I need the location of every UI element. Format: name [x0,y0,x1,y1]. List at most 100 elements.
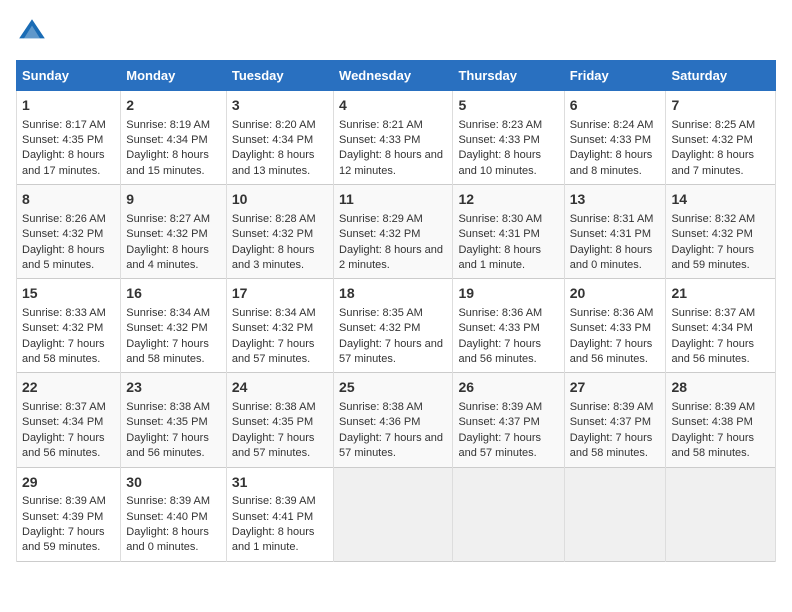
daylight-text: Daylight: 8 hours and 4 minutes. [126,244,209,271]
calendar-cell: 28Sunrise: 8:39 AMSunset: 4:38 PMDayligh… [666,373,776,467]
calendar-cell: 25Sunrise: 8:38 AMSunset: 4:36 PMDayligh… [334,373,453,467]
sunset-text: Sunset: 4:32 PM [22,322,103,334]
calendar-week-5: 29Sunrise: 8:39 AMSunset: 4:39 PMDayligh… [17,467,776,561]
calendar-cell: 18Sunrise: 8:35 AMSunset: 4:32 PMDayligh… [334,279,453,373]
daylight-text: Daylight: 7 hours and 58 minutes. [671,432,754,459]
day-number: 5 [458,96,558,116]
col-header-wednesday: Wednesday [334,61,453,91]
daylight-text: Daylight: 8 hours and 5 minutes. [22,244,105,271]
calendar-cell: 15Sunrise: 8:33 AMSunset: 4:32 PMDayligh… [17,279,121,373]
daylight-text: Daylight: 8 hours and 10 minutes. [458,149,541,176]
daylight-text: Daylight: 8 hours and 8 minutes. [570,149,653,176]
day-number: 1 [22,96,115,116]
sunrise-text: Sunrise: 8:39 AM [458,401,542,413]
sunset-text: Sunset: 4:34 PM [126,134,207,146]
sunrise-text: Sunrise: 8:21 AM [339,119,423,131]
daylight-text: Daylight: 7 hours and 58 minutes. [570,432,653,459]
calendar-cell: 16Sunrise: 8:34 AMSunset: 4:32 PMDayligh… [121,279,227,373]
sunrise-text: Sunrise: 8:36 AM [458,307,542,319]
daylight-text: Daylight: 8 hours and 0 minutes. [126,526,209,553]
daylight-text: Daylight: 8 hours and 2 minutes. [339,244,443,271]
calendar-cell: 17Sunrise: 8:34 AMSunset: 4:32 PMDayligh… [226,279,333,373]
daylight-text: Daylight: 7 hours and 58 minutes. [22,338,105,365]
sunset-text: Sunset: 4:33 PM [458,134,539,146]
daylight-text: Daylight: 8 hours and 17 minutes. [22,149,105,176]
col-header-thursday: Thursday [453,61,564,91]
calendar-cell: 31 Sunrise: 8:39 AM Sunset: 4:41 PM Dayligh… [226,467,333,561]
sunrise-text: Sunrise: 8:39 AM [232,495,316,507]
day-number: 13 [570,190,661,210]
day-number: 30 [126,473,221,493]
daylight-text: Daylight: 7 hours and 57 minutes. [339,432,443,459]
calendar-cell: 11Sunrise: 8:29 AMSunset: 4:32 PMDayligh… [334,185,453,279]
sunset-text: Sunset: 4:41 PM [232,511,313,523]
day-number: 15 [22,284,115,304]
day-number: 24 [232,378,328,398]
daylight-text: Daylight: 7 hours and 57 minutes. [458,432,541,459]
daylight-text: Daylight: 7 hours and 57 minutes. [232,338,315,365]
calendar-cell: 5 Sunrise: 8:23 AM Sunset: 4:33 PM Daylight… [453,91,564,185]
col-header-sunday: Sunday [17,61,121,91]
calendar-cell: 9Sunrise: 8:27 AMSunset: 4:32 PMDaylight… [121,185,227,279]
calendar-week-2: 8Sunrise: 8:26 AMSunset: 4:32 PMDaylight… [17,185,776,279]
day-number: 14 [671,190,770,210]
calendar-cell: 19 Sunrise: 8:36 AM Sunset: 4:33 PM Dayligh… [453,279,564,373]
sunrise-text: Sunrise: 8:24 AM [570,119,654,131]
day-number: 17 [232,284,328,304]
calendar-cell: 4Sunrise: 8:21 AMSunset: 4:33 PMDaylight… [334,91,453,185]
sunset-text: Sunset: 4:33 PM [458,322,539,334]
day-number: 6 [570,96,661,116]
calendar-cell: 26Sunrise: 8:39 AMSunset: 4:37 PMDayligh… [453,373,564,467]
day-number: 19 [458,284,558,304]
sunset-text: Sunset: 4:32 PM [232,322,313,334]
daylight-text: Daylight: 7 hours and 56 minutes. [458,338,541,365]
sunset-text: Sunset: 4:33 PM [339,134,420,146]
calendar-cell [564,467,666,561]
logo-icon [16,16,48,48]
calendar-cell: 20Sunrise: 8:36 AMSunset: 4:33 PMDayligh… [564,279,666,373]
day-number: 22 [22,378,115,398]
sunset-text: Sunset: 4:32 PM [671,228,752,240]
daylight-text: Daylight: 7 hours and 58 minutes. [126,338,209,365]
calendar-cell: 14Sunrise: 8:32 AMSunset: 4:32 PMDayligh… [666,185,776,279]
sunrise-text: Sunrise: 8:23 AM [458,119,542,131]
calendar-cell: 3Sunrise: 8:20 AMSunset: 4:34 PMDaylight… [226,91,333,185]
sunset-text: Sunset: 4:32 PM [339,228,420,240]
sunrise-text: Sunrise: 8:38 AM [232,401,316,413]
calendar-cell: 30Sunrise: 8:39 AMSunset: 4:40 PMDayligh… [121,467,227,561]
daylight-text: Daylight: 7 hours and 56 minutes. [671,338,754,365]
sunrise-text: Sunrise: 8:28 AM [232,213,316,225]
calendar-cell: 6 Sunrise: 8:24 AM Sunset: 4:33 PM Daylight… [564,91,666,185]
calendar-cell: 8Sunrise: 8:26 AMSunset: 4:32 PMDaylight… [17,185,121,279]
day-number: 8 [22,190,115,210]
calendar-cell: 7Sunrise: 8:25 AMSunset: 4:32 PMDaylight… [666,91,776,185]
sunset-text: Sunset: 4:34 PM [232,134,313,146]
sunset-text: Sunset: 4:35 PM [22,134,103,146]
page-header [16,16,776,48]
daylight-text: Daylight: 8 hours and 1 minute. [232,526,315,553]
day-number: 7 [671,96,770,116]
sunset-text: Sunset: 4:36 PM [339,416,420,428]
calendar-cell: 10Sunrise: 8:28 AMSunset: 4:32 PMDayligh… [226,185,333,279]
sunset-text: Sunset: 4:35 PM [232,416,313,428]
daylight-text: Daylight: 7 hours and 57 minutes. [339,338,443,365]
sunset-text: Sunset: 4:33 PM [570,134,651,146]
daylight-text: Daylight: 8 hours and 0 minutes. [570,244,653,271]
col-header-saturday: Saturday [666,61,776,91]
sunrise-text: Sunrise: 8:38 AM [339,401,423,413]
daylight-text: Daylight: 7 hours and 56 minutes. [126,432,209,459]
day-number: 12 [458,190,558,210]
calendar-week-3: 15Sunrise: 8:33 AMSunset: 4:32 PMDayligh… [17,279,776,373]
calendar-cell: 24Sunrise: 8:38 AMSunset: 4:35 PMDayligh… [226,373,333,467]
col-header-tuesday: Tuesday [226,61,333,91]
day-number: 21 [671,284,770,304]
sunrise-text: Sunrise: 8:34 AM [126,307,210,319]
logo [16,16,52,48]
sunset-text: Sunset: 4:32 PM [126,322,207,334]
daylight-text: Daylight: 7 hours and 59 minutes. [671,244,754,271]
sunset-text: Sunset: 4:38 PM [671,416,752,428]
day-number: 11 [339,190,447,210]
day-number: 31 [232,473,328,493]
sunset-text: Sunset: 4:32 PM [339,322,420,334]
sunrise-text: Sunrise: 8:31 AM [570,213,654,225]
